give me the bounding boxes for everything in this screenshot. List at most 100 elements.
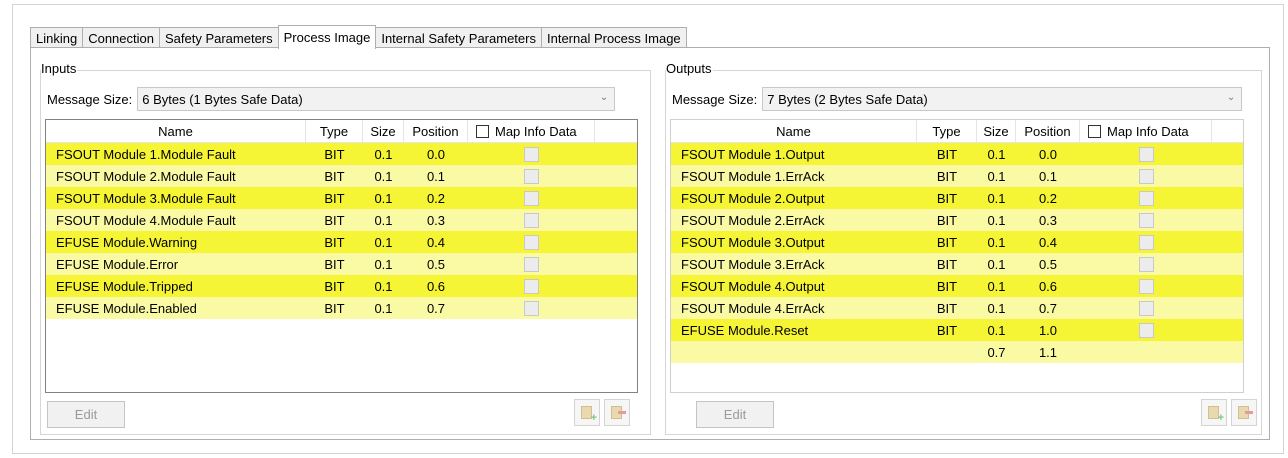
- tab-connection[interactable]: Connection: [82, 27, 160, 48]
- row-name: FSOUT Module 1.Output: [681, 146, 825, 162]
- column-header-name[interactable]: Name: [671, 120, 917, 143]
- row-map-info-checkbox[interactable]: [1138, 322, 1154, 338]
- table-row[interactable]: FSOUT Module 2.Module Fault BIT 0.1 0.1: [46, 165, 637, 187]
- column-header-size[interactable]: Size: [363, 120, 404, 143]
- row-map-info-checkbox[interactable]: [1138, 278, 1154, 294]
- row-position: 0.2: [1038, 190, 1058, 206]
- outputs-table-header: Name Type Size Position Map Info Data: [671, 120, 1243, 143]
- row-type: BIT: [936, 278, 958, 294]
- row-type: BIT: [324, 190, 345, 206]
- table-row[interactable]: FSOUT Module 2.ErrAck BIT 0.1 0.3: [671, 209, 1243, 231]
- column-header-type[interactable]: Type: [917, 120, 977, 143]
- inputs-edit-button[interactable]: Edit: [47, 401, 125, 428]
- column-header-map-info[interactable]: Map Info Data: [468, 120, 595, 143]
- row-map-info-checkbox[interactable]: [1138, 300, 1154, 316]
- inputs-message-size-select[interactable]: 6 Bytes (1 Bytes Safe Data) ⌄: [137, 87, 616, 111]
- row-name: [671, 341, 917, 363]
- row-map-info-checkbox[interactable]: [524, 146, 539, 162]
- table-row[interactable]: 0.7 1.1: [671, 341, 1243, 363]
- outputs-add-entry-button[interactable]: +: [1201, 399, 1227, 426]
- column-header-position[interactable]: Position: [1016, 120, 1080, 143]
- row-name: FSOUT Module 2.Module Fault: [56, 168, 236, 184]
- remove-entry-icon: [1236, 405, 1253, 421]
- row-position: 0.5: [426, 256, 446, 272]
- column-header-map-info[interactable]: Map Info Data: [1080, 120, 1212, 143]
- row-map-info-checkbox[interactable]: [1138, 146, 1154, 162]
- tab-linking[interactable]: Linking: [30, 27, 84, 48]
- inputs-remove-entry-button[interactable]: [604, 399, 630, 426]
- outputs-table[interactable]: Name Type Size Position Map Info Data FS…: [670, 119, 1244, 393]
- table-row[interactable]: FSOUT Module 3.Output BIT 0.1 0.4: [671, 231, 1243, 253]
- row-size: 0.1: [374, 190, 393, 206]
- row-name: FSOUT Module 4.Module Fault: [56, 212, 236, 228]
- row-size: 0.1: [987, 190, 1006, 206]
- row-name: FSOUT Module 1.Module Fault: [56, 146, 236, 162]
- table-row[interactable]: FSOUT Module 3.ErrAck BIT 0.1 0.5: [671, 253, 1243, 275]
- row-map-info: [468, 209, 595, 231]
- table-row[interactable]: FSOUT Module 4.Module Fault BIT 0.1 0.3: [46, 209, 637, 231]
- row-map-info-checkbox[interactable]: [1138, 168, 1154, 184]
- process-image-panel: Inputs Message Size: 6 Bytes (1 Bytes Sa…: [30, 47, 1270, 440]
- row-position: 0.4: [426, 234, 446, 250]
- table-row[interactable]: FSOUT Module 2.Output BIT 0.1 0.2: [671, 187, 1243, 209]
- row-size: 0.1: [374, 278, 393, 294]
- inputs-group: Inputs Message Size: 6 Bytes (1 Bytes Sa…: [40, 61, 651, 435]
- table-row[interactable]: FSOUT Module 1.Module Fault BIT 0.1 0.0: [46, 143, 637, 165]
- outputs-message-size-select[interactable]: 7 Bytes (2 Bytes Safe Data) ⌄: [762, 87, 1243, 111]
- row-map-info-checkbox[interactable]: [524, 212, 539, 228]
- row-position: 1.0: [1038, 322, 1058, 338]
- inputs-table[interactable]: Name Type Size Position Map Info Data FS…: [45, 119, 638, 393]
- table-row[interactable]: FSOUT Module 1.ErrAck BIT 0.1 0.1: [671, 165, 1243, 187]
- row-size: 0.1: [987, 300, 1006, 316]
- column-header-position[interactable]: Position: [404, 120, 468, 143]
- table-row[interactable]: FSOUT Module 4.Output BIT 0.1 0.6: [671, 275, 1243, 297]
- row-size: 0.1: [374, 300, 393, 316]
- row-map-info: [468, 165, 595, 187]
- column-header-size[interactable]: Size: [977, 120, 1016, 143]
- map-info-checkbox[interactable]: [1088, 124, 1101, 138]
- row-name: FSOUT Module 3.Module Fault: [56, 190, 236, 206]
- column-header-type[interactable]: Type: [306, 120, 363, 143]
- row-map-info-checkbox[interactable]: [524, 300, 539, 316]
- row-type: BIT: [324, 212, 345, 228]
- row-map-info-checkbox[interactable]: [1138, 256, 1154, 272]
- table-row[interactable]: EFUSE Module.Warning BIT 0.1 0.4: [46, 231, 637, 253]
- row-map-info-checkbox[interactable]: [1138, 190, 1154, 206]
- table-row[interactable]: EFUSE Module.Tripped BIT 0.1 0.6: [46, 275, 637, 297]
- table-row[interactable]: EFUSE Module.Reset BIT 0.1 1.0: [671, 319, 1243, 341]
- row-map-info-checkbox[interactable]: [524, 190, 539, 206]
- outputs-edit-button[interactable]: Edit: [696, 401, 774, 428]
- row-map-info-checkbox[interactable]: [1138, 212, 1154, 228]
- row-map-info: [1080, 341, 1212, 363]
- row-map-info: [1080, 253, 1212, 275]
- tab-internal-process-image[interactable]: Internal Process Image: [540, 27, 687, 48]
- tab-process-image[interactable]: Process Image: [277, 25, 377, 49]
- row-size: 0.1: [987, 212, 1006, 228]
- row-type: [917, 341, 977, 363]
- tab-internal-safety-parameters[interactable]: Internal Safety Parameters: [375, 27, 542, 48]
- table-row[interactable]: FSOUT Module 3.Module Fault BIT 0.1 0.2: [46, 187, 637, 209]
- table-row[interactable]: EFUSE Module.Enabled BIT 0.1 0.7: [46, 297, 637, 319]
- row-map-info-checkbox[interactable]: [524, 168, 539, 184]
- column-header-name[interactable]: Name: [46, 120, 306, 143]
- row-map-info-checkbox[interactable]: [1138, 234, 1154, 250]
- outputs-remove-entry-button[interactable]: [1231, 399, 1257, 426]
- table-row[interactable]: FSOUT Module 1.Output BIT 0.1 0.0: [671, 143, 1243, 165]
- inputs-add-entry-button[interactable]: +: [574, 399, 600, 426]
- table-row[interactable]: EFUSE Module.Error BIT 0.1 0.5: [46, 253, 637, 275]
- table-row[interactable]: FSOUT Module 4.ErrAck BIT 0.1 0.7: [671, 297, 1243, 319]
- row-map-info-checkbox[interactable]: [524, 256, 539, 272]
- row-type: BIT: [936, 146, 958, 162]
- row-position: 0.3: [426, 212, 446, 228]
- chevron-down-icon: ⌄: [599, 92, 609, 103]
- map-info-checkbox[interactable]: [476, 124, 489, 138]
- row-size: 0.1: [987, 168, 1006, 184]
- row-name: EFUSE Module.Reset: [681, 322, 809, 338]
- row-map-info-checkbox[interactable]: [524, 278, 539, 294]
- row-position: 0.1: [426, 168, 446, 184]
- tab-strip: Linking Connection Safety Parameters Pro…: [30, 25, 687, 49]
- tab-safety-parameters[interactable]: Safety Parameters: [158, 27, 279, 48]
- row-size: 0.1: [987, 234, 1006, 250]
- row-size: 0.1: [374, 212, 393, 228]
- row-map-info-checkbox[interactable]: [524, 234, 539, 250]
